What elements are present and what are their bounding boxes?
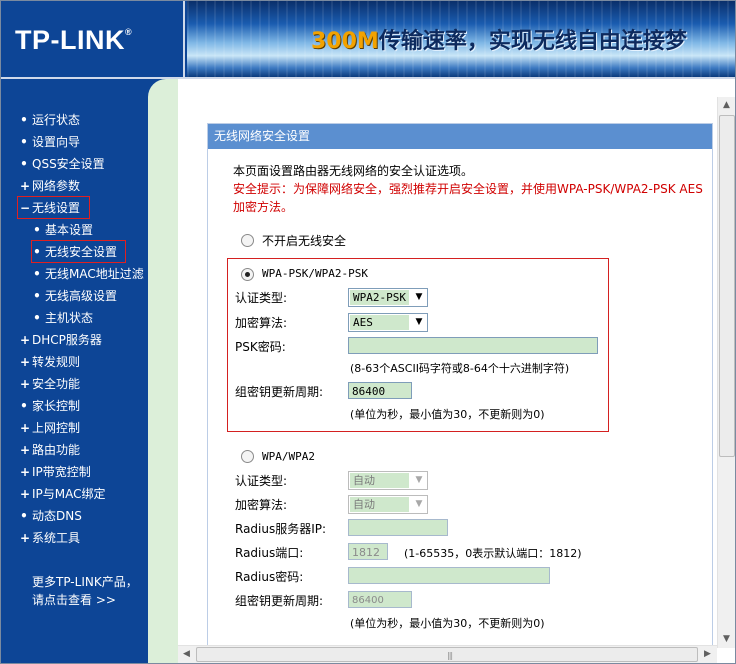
content-frame: 无线网络安全设置 本页面设置路由器无线网络的安全认证选项。 安全提示：为保障网络… — [178, 79, 735, 663]
wpa-encryption-select[interactable]: 自动 ▼ — [348, 495, 428, 514]
sidebar-item-wireless-advanced[interactable]: • 无线高级设置 — [1, 285, 148, 307]
scroll-left-icon[interactable]: ◀ — [178, 646, 195, 663]
highlight-wireless-security — [31, 240, 126, 263]
sidebar-item-bandwidth[interactable]: + IP带宽控制 — [1, 461, 148, 483]
sidebar-item-security[interactable]: + 安全功能 — [1, 373, 148, 395]
tp-link-logo: TP-LINK® — [15, 25, 133, 55]
psk-renew-period-input[interactable]: 86400 — [348, 382, 412, 399]
horizontal-scrollbar[interactable]: ◀ ||| ▶ — [178, 645, 717, 663]
chevron-down-icon: ▼ — [415, 499, 423, 509]
sidebar-item-status[interactable]: • 运行状态 — [1, 109, 148, 131]
sidebar-item-parental-control[interactable]: • 家长控制 — [1, 395, 148, 417]
sidebar-item-ddns[interactable]: • 动态DNS — [1, 505, 148, 527]
sidebar-item-qss[interactable]: • QSS安全设置 — [1, 153, 148, 175]
radius-server-ip-input[interactable] — [348, 519, 448, 536]
content-strip — [148, 79, 178, 663]
vertical-scroll-thumb[interactable] — [719, 115, 735, 457]
label-wpa-psk: WPA-PSK/WPA2-PSK — [262, 267, 368, 280]
sidebar-item-host-status[interactable]: • 主机状态 — [1, 307, 148, 329]
grip-icon: ||| — [447, 651, 453, 660]
chevron-down-icon: ▼ — [415, 317, 423, 327]
sidebar-item-routing[interactable]: + 路由功能 — [1, 439, 148, 461]
label-wpa-encryption: 加密算法: — [235, 498, 288, 512]
label-psk-renew-period: 组密钥更新周期: — [235, 385, 324, 399]
header-banner: 300M传输速率，实现无线自由连接梦 — [187, 1, 735, 77]
label-wpa: WPA/WPA2 — [262, 450, 315, 463]
vertical-scrollbar[interactable]: ▲ ▼ — [717, 97, 735, 648]
panel-title: 无线网络安全设置 — [208, 124, 712, 149]
psk-password-hint: (8-63个ASCII码字符或8-64个十六进制字符) — [350, 362, 570, 375]
radio-wpa[interactable] — [241, 450, 254, 463]
chevron-down-icon: ▼ — [415, 475, 423, 485]
more-products-link[interactable]: 更多TP-LINK产品， 请点击查看 >> — [32, 573, 138, 609]
label-radius-port: Radius端口: — [235, 546, 304, 560]
sidebar-item-access-control[interactable]: + 上网控制 — [1, 417, 148, 439]
horizontal-scroll-thumb[interactable]: ||| — [196, 647, 698, 662]
radio-wpa-psk[interactable] — [241, 268, 254, 281]
radius-password-input[interactable] — [348, 567, 550, 584]
label-radius-server-ip: Radius服务器IP: — [235, 522, 327, 536]
intro-text: 本页面设置路由器无线网络的安全认证选项。 — [233, 164, 474, 178]
banner-slogan: 300M传输速率，实现无线自由连接梦 — [311, 23, 687, 55]
wpa-auth-type-select[interactable]: 自动 ▼ — [348, 471, 428, 490]
sidebar-item-ip-mac-binding[interactable]: + IP与MAC绑定 — [1, 483, 148, 505]
radius-port-input[interactable]: 1812 — [348, 543, 388, 560]
sidebar-item-wireless-basic[interactable]: • 基本设置 — [1, 219, 148, 241]
radius-port-hint: (1-65535，0表示默认端口：1812) — [404, 547, 582, 560]
label-no-security: 不开启无线安全 — [262, 234, 347, 248]
security-tip-cont: 加密方法。 — [233, 200, 294, 214]
psk-password-input[interactable] — [348, 337, 598, 354]
psk-encryption-select[interactable]: AES ▼ — [348, 313, 428, 332]
sidebar-item-network[interactable]: + 网络参数 — [1, 175, 148, 197]
banner-highlight: 300M — [311, 29, 379, 54]
sidebar-item-dhcp[interactable]: + DHCP服务器 — [1, 329, 148, 351]
sidebar-item-setup-wizard[interactable]: • 设置向导 — [1, 131, 148, 153]
psk-renew-period-hint: (单位为秒，最小值为30，不更新则为0) — [350, 408, 545, 421]
scroll-down-icon[interactable]: ▼ — [718, 631, 735, 648]
sidebar-item-system-tools[interactable]: + 系统工具 — [1, 527, 148, 549]
highlight-wireless-settings — [17, 196, 90, 219]
psk-auth-type-select[interactable]: WPA2-PSK ▼ — [348, 288, 428, 307]
scroll-up-icon[interactable]: ▲ — [718, 97, 735, 114]
header: TP-LINK® 300M传输速率，实现无线自由连接梦 — [1, 1, 735, 79]
security-tip: 安全提示：为保障网络安全，强烈推荐开启安全设置，并使用WPA-PSK/WPA2-… — [233, 182, 703, 196]
sidebar-item-forwarding[interactable]: + 转发规则 — [1, 351, 148, 373]
banner-text: 传输速率，实现无线自由连接梦 — [378, 29, 687, 54]
wpa-renew-period-input[interactable]: 86400 — [348, 591, 412, 608]
label-psk-password: PSK密码: — [235, 340, 286, 354]
router-admin-window: TP-LINK® 300M传输速率，实现无线自由连接梦 • 运行状态 • 设置向导 … — [0, 0, 736, 664]
label-radius-password: Radius密码: — [235, 570, 304, 584]
label-psk-auth-type: 认证类型: — [235, 291, 288, 305]
radio-no-security[interactable] — [241, 234, 254, 247]
label-wpa-renew-period: 组密钥更新周期: — [235, 594, 324, 608]
logo-area: TP-LINK® — [1, 1, 185, 77]
label-wpa-auth-type: 认证类型: — [235, 474, 288, 488]
sidebar-menu: • 运行状态 • 设置向导 • QSS安全设置 + 网络参数 − 无线设置 • 基本设置 •… — [1, 109, 148, 549]
sidebar: • 运行状态 • 设置向导 • QSS安全设置 + 网络参数 − 无线设置 • 基本设置 •… — [1, 79, 148, 663]
scroll-right-icon[interactable]: ▶ — [699, 646, 716, 663]
label-psk-encryption: 加密算法: — [235, 316, 288, 330]
sidebar-item-wireless-mac-filter[interactable]: • 无线MAC地址过滤 — [1, 263, 148, 285]
chevron-down-icon: ▼ — [415, 292, 423, 302]
wpa-renew-period-hint: (单位为秒，最小值为30，不更新则为0) — [350, 617, 545, 630]
security-settings-panel: 无线网络安全设置 本页面设置路由器无线网络的安全认证选项。 安全提示：为保障网络… — [207, 123, 713, 655]
